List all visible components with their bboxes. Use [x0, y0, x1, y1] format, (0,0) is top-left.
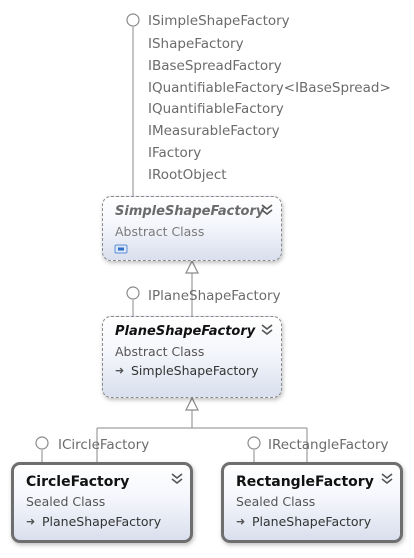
inheritance-arrow-plane: [185, 396, 199, 411]
class-box-plane-shape-factory[interactable]: PlaneShapeFactory Abstract Class ➜ Simpl…: [102, 316, 282, 398]
interface-label[interactable]: IFactory: [148, 145, 201, 161]
class-name: SimpleShapeFactory: [115, 204, 265, 219]
base-class-name: PlaneShapeFactory: [42, 514, 162, 529]
interface-label[interactable]: IRootObject: [148, 167, 227, 183]
class-name: RectangleFactory: [236, 474, 374, 490]
double-chevron-icon[interactable]: [259, 323, 275, 337]
base-class-row: ➜ PlaneShapeFactory: [26, 514, 161, 529]
class-box-simple-shape-factory[interactable]: SimpleShapeFactory Abstract Class: [102, 196, 282, 261]
inherits-arrow-icon: ➜: [236, 515, 246, 528]
interface-label-plane[interactable]: IPlaneShapeFactory: [148, 288, 281, 304]
class-kind: Sealed Class: [236, 494, 316, 509]
interface-label[interactable]: IMeasurableFactory: [148, 123, 280, 139]
inherits-arrow-icon: ➜: [115, 364, 125, 377]
interface-label[interactable]: IShapeFactory: [148, 36, 244, 52]
class-box-circle-factory[interactable]: CircleFactory Sealed Class ➜ PlaneShapeF…: [11, 462, 193, 543]
double-chevron-icon[interactable]: [379, 472, 395, 486]
interface-lollipop-plane: [126, 286, 140, 300]
class-name: CircleFactory: [26, 474, 130, 490]
class-kind: Abstract Class: [115, 224, 205, 239]
interface-label[interactable]: IQuantifiableFactory<IBaseSpread>: [148, 80, 391, 96]
base-class-row: ➜ SimpleShapeFactory: [115, 363, 258, 378]
class-box-rectangle-factory[interactable]: RectangleFactory Sealed Class ➜ PlaneSha…: [221, 462, 403, 543]
inherits-arrow-icon: ➜: [26, 515, 36, 528]
collapsed-members-icon[interactable]: [114, 244, 128, 254]
interface-lollipop-circle: [35, 436, 49, 450]
interface-label[interactable]: ISimpleShapeFactory: [148, 13, 290, 29]
base-class-name: SimpleShapeFactory: [131, 363, 259, 378]
base-class-row: ➜ PlaneShapeFactory: [236, 514, 371, 529]
class-name: PlaneShapeFactory: [115, 324, 256, 339]
class-kind: Sealed Class: [26, 494, 106, 509]
inheritance-arrow-simple: [185, 259, 199, 274]
interface-lollipop-rectangle: [247, 436, 261, 450]
base-class-name: PlaneShapeFactory: [252, 514, 372, 529]
interface-label[interactable]: IBaseSpreadFactory: [148, 58, 282, 74]
class-kind: Abstract Class: [115, 344, 205, 359]
double-chevron-icon[interactable]: [169, 472, 185, 486]
interface-lollipop-simple: [126, 13, 140, 27]
interface-label[interactable]: IQuantifiableFactory: [148, 101, 284, 117]
double-chevron-icon[interactable]: [259, 203, 275, 217]
interface-label-rectangle[interactable]: IRectangleFactory: [268, 437, 389, 453]
interface-label-circle[interactable]: ICircleFactory: [58, 437, 149, 453]
